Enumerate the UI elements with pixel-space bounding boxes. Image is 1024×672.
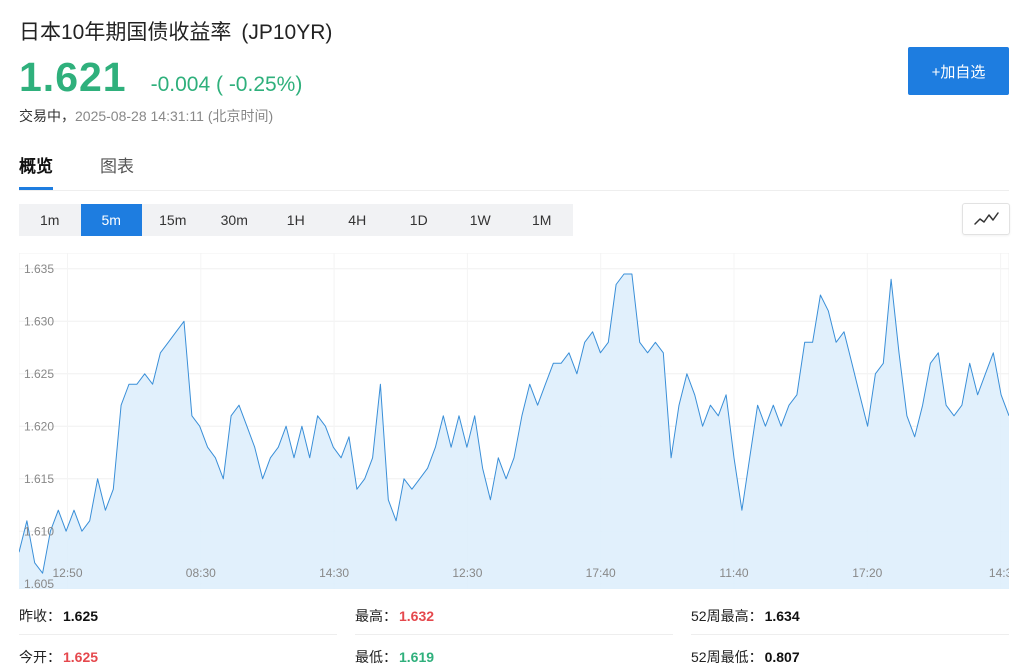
price-chart[interactable]: 1.635 1.630 1.625 1.620 1.615 1.610 1.605 12:50…: [19, 253, 1009, 589]
x-tick-label: 17:20: [852, 566, 882, 580]
add-to-watchlist-button[interactable]: +加自选: [908, 47, 1009, 95]
period-1d[interactable]: 1D: [388, 204, 450, 236]
period-1m[interactable]: 1m: [19, 204, 81, 236]
tab-bar: 概览 图表: [19, 152, 1009, 191]
x-tick-label: 12:30: [452, 566, 482, 580]
y-tick-label: 1.625: [24, 367, 54, 381]
period-15m[interactable]: 15m: [142, 204, 204, 236]
stat-low-label: 最低：: [355, 649, 397, 665]
period-1w[interactable]: 1W: [450, 204, 512, 236]
x-tick-label: 08:30: [186, 566, 216, 580]
period-4h[interactable]: 4H: [327, 204, 389, 236]
stat-high-value: 1.632: [399, 608, 435, 624]
x-tick-label: 17:40: [586, 566, 616, 580]
divider: [355, 634, 673, 635]
stat-prev-close: 昨收： 1.625: [19, 606, 98, 626]
divider: [19, 634, 337, 635]
stat-52w-low: 52周最低： 0.807: [691, 647, 800, 667]
x-tick-label: 14:30: [319, 566, 349, 580]
tab-chart[interactable]: 图表: [100, 152, 134, 187]
chart-svg: 1.635 1.630 1.625 1.620 1.615 1.610 1.60512:50…: [19, 253, 1009, 589]
stat-prev-close-value: 1.625: [63, 608, 99, 624]
y-tick-label: 1.610: [24, 524, 54, 538]
period-30m[interactable]: 30m: [204, 204, 266, 236]
period-5m[interactable]: 5m: [80, 204, 142, 236]
last-price: 1.621: [19, 54, 127, 100]
x-tick-label: 14:3: [989, 566, 1009, 580]
stat-52w-high-value: 1.634: [764, 608, 800, 624]
price-change: -0.004 ( -0.25%): [150, 73, 303, 96]
stat-open-label: 今开：: [19, 649, 61, 665]
period-1mo[interactable]: 1M: [511, 204, 573, 236]
title: 日本10年期国债收益率 (JP10YR): [19, 16, 332, 46]
x-tick-label: 12:50: [52, 566, 82, 580]
stat-low: 最低： 1.619: [355, 647, 434, 667]
stat-open: 今开： 1.625: [19, 647, 98, 667]
status-text: 交易中，: [19, 108, 75, 124]
chart-type-button[interactable]: [962, 203, 1010, 235]
divider: [691, 634, 1009, 635]
stat-52w-low-value: 0.807: [764, 649, 800, 665]
trading-status: 交易中，2025-08-28 14:31:11 (北京时间): [19, 106, 273, 126]
stat-open-value: 1.625: [63, 649, 99, 665]
y-tick-label: 1.620: [24, 419, 54, 433]
y-tick-label: 1.605: [24, 577, 54, 589]
quote-time: 2025-08-28 14:31:11 (北京时间): [75, 108, 274, 124]
stat-high-label: 最高：: [355, 608, 397, 624]
period-1h[interactable]: 1H: [265, 204, 327, 236]
stat-high: 最高： 1.632: [355, 606, 434, 626]
y-tick-label: 1.615: [24, 472, 54, 486]
period-selector: 1m 5m 15m 30m 1H 4H 1D 1W 1M: [19, 204, 573, 236]
tab-overview[interactable]: 概览: [19, 152, 53, 190]
stat-prev-close-label: 昨收：: [19, 608, 61, 624]
instrument-code: (JP10YR): [241, 21, 333, 44]
stat-52w-high-label: 52周最高：: [691, 608, 763, 624]
instrument-name: 日本10年期国债收益率: [19, 21, 232, 44]
x-tick-label: 11:40: [719, 566, 748, 580]
stat-52w-low-label: 52周最低：: [691, 649, 763, 665]
y-tick-label: 1.635: [24, 262, 54, 276]
price-row: 1.621 -0.004 ( -0.25%): [19, 54, 302, 101]
line-chart-icon: [974, 212, 999, 225]
stat-52w-high: 52周最高： 1.634: [691, 606, 800, 626]
stat-low-value: 1.619: [399, 649, 435, 665]
y-tick-label: 1.630: [24, 314, 54, 328]
